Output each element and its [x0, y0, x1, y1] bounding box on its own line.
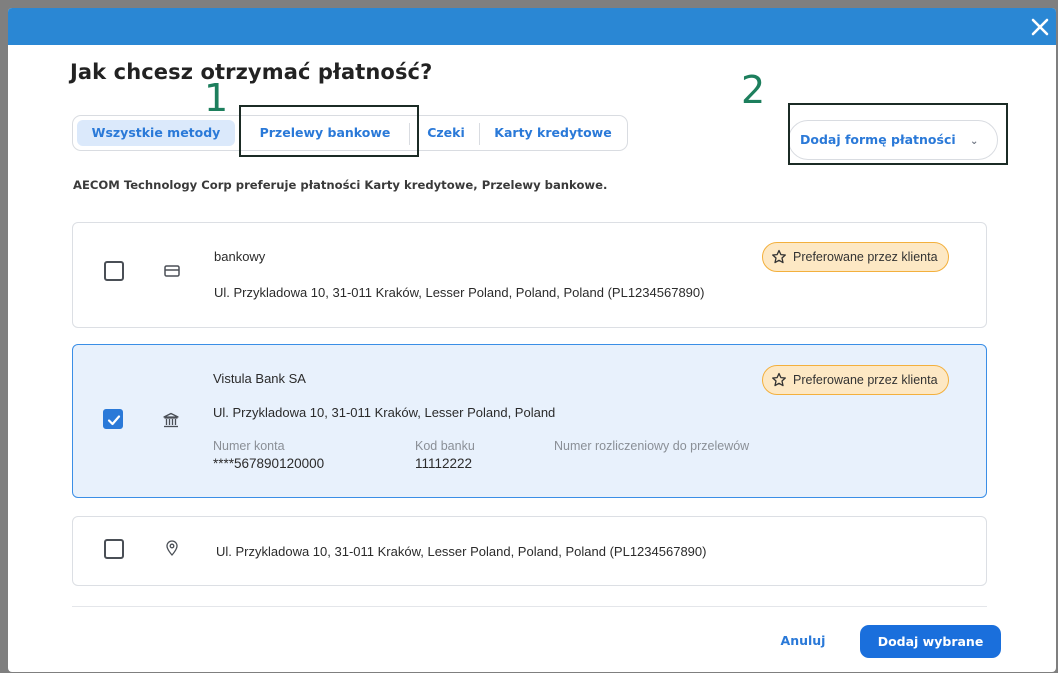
card-icon [164, 265, 180, 277]
method-address: Ul. Przykladowa 10, 31-011 Kraków, Lesse… [216, 544, 707, 559]
preferred-badge-label: Preferowane przez klienta [793, 250, 938, 264]
select-checkbox[interactable] [103, 409, 123, 429]
add-selected-button[interactable]: Dodaj wybrane [860, 625, 1001, 658]
method-name: bankowy [214, 249, 266, 264]
method-name: Vistula Bank SA [213, 371, 306, 386]
tab-separator [479, 123, 480, 145]
bank-icon [163, 412, 179, 428]
preferred-badge: Preferowane przez klienta [762, 365, 949, 395]
star-icon [772, 372, 786, 387]
payment-method-card[interactable]: bankowy Ul. Przykladowa 10, 31-011 Krakó… [72, 222, 987, 328]
preferred-badge: Preferowane przez klienta [762, 242, 949, 272]
annotation-number-2: 2 [741, 68, 766, 112]
add-payment-method-label: Dodaj formę płatności [800, 132, 956, 147]
close-icon [1031, 18, 1049, 36]
account-number-label: Numer konta [213, 439, 285, 453]
checkmark-icon [107, 415, 121, 426]
star-icon [772, 249, 786, 264]
cancel-button[interactable]: Anuluj [768, 626, 838, 656]
tab-bank-transfers[interactable]: Przelewy bankowe [245, 120, 405, 146]
tab-all-methods[interactable]: Wszystkie metody [77, 120, 235, 146]
close-button[interactable] [1028, 15, 1052, 39]
add-payment-method-dropdown[interactable]: Dodaj formę płatności ⌄ [788, 120, 998, 160]
method-address: Ul. Przykladowa 10, 31-011 Kraków, Lesse… [213, 405, 556, 420]
tab-credit-cards[interactable]: Karty kredytowe [483, 120, 623, 146]
select-checkbox[interactable] [104, 261, 124, 281]
payment-method-tabs: Wszystkie metody Przelewy bankowe Czeki … [72, 115, 628, 151]
bank-code-value: 11112222 [415, 456, 473, 471]
select-checkbox[interactable] [104, 539, 124, 559]
payment-method-dialog: Jak chcesz otrzymać płatność? Wszystkie … [8, 8, 1056, 672]
tab-checks[interactable]: Czeki [413, 120, 479, 146]
bank-code-label: Kod banku [415, 439, 475, 453]
tab-separator [409, 123, 410, 145]
footer-divider [72, 606, 987, 607]
annotation-number-1: 1 [204, 76, 229, 120]
payment-method-card[interactable]: Ul. Przykladowa 10, 31-011 Kraków, Lesse… [72, 516, 987, 586]
location-pin-icon [166, 540, 178, 556]
routing-number-label: Numer rozliczeniowy do przelewów [554, 439, 750, 453]
payment-method-card[interactable]: Vistula Bank SA Ul. Przykladowa 10, 31-0… [72, 344, 987, 498]
dialog-title: Jak chcesz otrzymać płatność? [70, 60, 433, 84]
preference-note: AECOM Technology Corp preferuje płatnośc… [73, 178, 608, 192]
preferred-badge-label: Preferowane przez klienta [793, 373, 938, 387]
method-address: Ul. Przykladowa 10, 31-011 Kraków, Lesse… [214, 285, 705, 300]
dialog-header-bar [8, 8, 1056, 45]
account-number-value: ****567890120000 [213, 456, 325, 471]
chevron-down-icon: ⌄ [970, 136, 979, 147]
